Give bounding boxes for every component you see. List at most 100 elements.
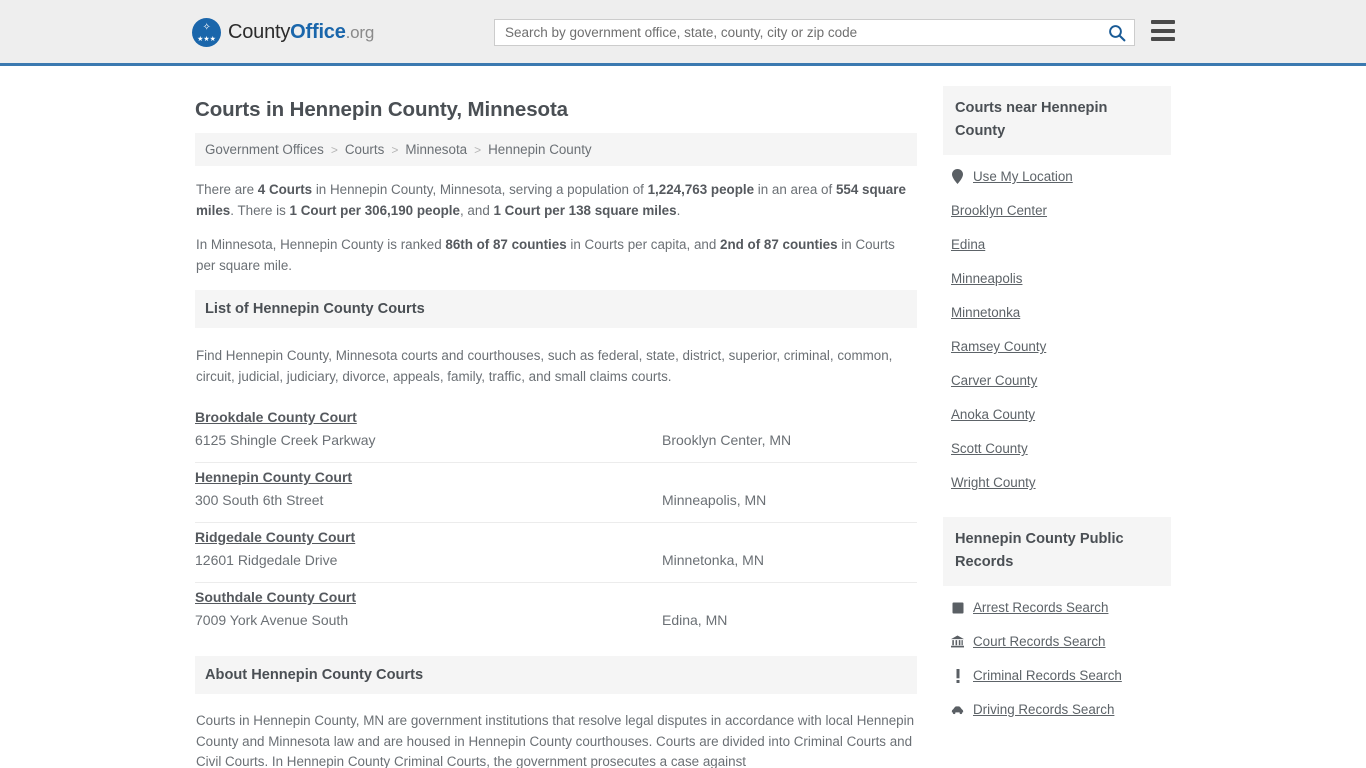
statistics-paragraph-counts: There are 4 Courts in Hennepin County, M… [195, 179, 917, 221]
breadcrumb-item-courts[interactable]: Courts [345, 142, 384, 157]
public-record-link[interactable]: Driving Records Search [973, 702, 1114, 717]
logo-office-text: Office [290, 21, 346, 43]
list-section-intro: Find Hennepin County, Minnesota courts a… [196, 348, 893, 384]
section-header-about-courts: About Hennepin County Courts [195, 656, 917, 694]
nearby-link[interactable]: Brooklyn Center [951, 203, 1047, 218]
sidebar-item-brooklyn-center[interactable]: Brooklyn Center [943, 193, 1171, 227]
county-office-emblem-icon: ✧ ★★★ [192, 18, 221, 47]
breadcrumb-separator-icon: > [391, 142, 399, 157]
court-city: Edina, MN [662, 612, 728, 628]
sidebar-item-driving-records[interactable]: Driving Records Search [943, 692, 1171, 726]
nearby-link[interactable]: Wright County [951, 475, 1036, 490]
court-address: 6125 Shingle Creek Parkway [195, 432, 376, 448]
court-detail: 12601 Ridgedale Drive Minnetonka, MN [195, 552, 917, 568]
sidebar-heading-public-records: Hennepin County Public Records [943, 517, 1171, 586]
search-button[interactable] [1100, 20, 1134, 45]
courthouse-bank-icon [951, 635, 964, 648]
court-city: Minneapolis, MN [662, 492, 767, 508]
breadcrumb-item-minnesota[interactable]: Minnesota [405, 142, 467, 157]
nearby-link[interactable]: Scott County [951, 441, 1028, 456]
main-content: Courts in Hennepin County, Minnesota Gov… [195, 86, 917, 768]
stat-population: 1,224,763 people [647, 182, 755, 197]
nearby-list: Use My Location Brooklyn Center Edina Mi… [943, 155, 1171, 499]
map-pin-icon [951, 169, 964, 184]
sidebar-item-anoka-county[interactable]: Anoka County [943, 397, 1171, 431]
court-address: 300 South 6th Street [195, 492, 324, 508]
court-detail: 7009 York Avenue South Edina, MN [195, 612, 917, 628]
breadcrumb-separator-icon: > [330, 142, 338, 157]
stat-text: in Courts per capita, and [566, 237, 721, 252]
court-address: 7009 York Avenue South [195, 612, 349, 628]
rank-per-square-mile: 2nd of 87 counties [720, 237, 838, 252]
table-row[interactable]: Southdale County Court 7009 York Avenue … [195, 583, 917, 642]
eagle-glyph: ✧ [202, 22, 211, 33]
sidebar-box-nearby-courts: Courts near Hennepin County Use My Locat… [943, 86, 1171, 499]
public-record-link[interactable]: Criminal Records Search [973, 668, 1122, 683]
table-row[interactable]: Ridgedale County Court 12601 Ridgedale D… [195, 523, 917, 583]
court-detail: 300 South 6th Street Minneapolis, MN [195, 492, 917, 508]
court-name-link[interactable]: Ridgedale County Court [195, 529, 355, 545]
court-name-link[interactable]: Hennepin County Court [195, 469, 352, 485]
logo-wordmark: CountyOffice.org [228, 21, 374, 44]
sidebar-item-minneapolis[interactable]: Minneapolis [943, 261, 1171, 295]
about-courts-body: Courts in Hennepin County, MN are govern… [196, 713, 915, 768]
stat-text: , and [459, 203, 494, 218]
nearby-link[interactable]: Edina [951, 237, 985, 252]
logo-county-text: County [228, 21, 291, 43]
site-logo[interactable]: ✧ ★★★ CountyOffice.org [192, 18, 374, 47]
sidebar-item-carver-county[interactable]: Carver County [943, 363, 1171, 397]
stat-text: In Minnesota, Hennepin County is ranked [196, 237, 446, 252]
sidebar-item-court-records[interactable]: Court Records Search [943, 624, 1171, 658]
court-name-link[interactable]: Southdale County Court [195, 589, 356, 605]
section-header-list-of-courts: List of Hennepin County Courts [195, 290, 917, 328]
search-input[interactable] [495, 20, 1100, 45]
stat-courts-count: 4 Courts [257, 182, 313, 197]
court-city: Brooklyn Center, MN [662, 432, 792, 448]
sidebar-heading-nearby: Courts near Hennepin County [943, 86, 1171, 155]
page-title: Courts in Hennepin County, Minnesota [195, 98, 568, 121]
breadcrumb-item-hennepin-county[interactable]: Hennepin County [488, 142, 591, 157]
nearby-link[interactable]: Ramsey County [951, 339, 1046, 354]
breadcrumb: Government Offices > Courts > Minnesota … [195, 133, 917, 166]
nearby-link[interactable]: Carver County [951, 373, 1037, 388]
table-row[interactable]: Brookdale County Court 6125 Shingle Cree… [195, 403, 917, 463]
stat-text: in an area of [754, 182, 836, 197]
court-name-link[interactable]: Brookdale County Court [195, 409, 357, 425]
sidebar-item-arrest-records[interactable]: Arrest Records Search [943, 586, 1171, 624]
sidebar-item-scott-county[interactable]: Scott County [943, 431, 1171, 465]
stat-text: in Hennepin County, Minnesota, serving a… [312, 182, 648, 197]
nearby-link[interactable]: Minneapolis [951, 271, 1022, 286]
breadcrumb-separator-icon: > [474, 142, 482, 157]
sidebar-item-ramsey-county[interactable]: Ramsey County [943, 329, 1171, 363]
court-detail: 6125 Shingle Creek Parkway Brooklyn Cent… [195, 432, 917, 448]
stat-per-capita: 1 Court per 306,190 people [289, 203, 460, 218]
sidebar: Courts near Hennepin County Use My Locat… [943, 86, 1171, 768]
statistics-paragraph-rankings: In Minnesota, Hennepin County is ranked … [195, 234, 917, 276]
sidebar-item-use-my-location[interactable]: Use My Location [943, 155, 1171, 193]
public-record-link[interactable]: Arrest Records Search [973, 600, 1108, 615]
sidebar-item-criminal-records[interactable]: Criminal Records Search [943, 658, 1171, 692]
sidebar-item-minnetonka[interactable]: Minnetonka [943, 295, 1171, 329]
nearby-link[interactable]: Anoka County [951, 407, 1035, 422]
search-bar[interactable] [494, 19, 1135, 46]
sidebar-item-wright-county[interactable]: Wright County [943, 465, 1171, 499]
public-record-link[interactable]: Court Records Search [973, 634, 1105, 649]
rank-per-capita: 86th of 87 counties [445, 237, 567, 252]
hamburger-menu-icon[interactable] [1151, 20, 1175, 41]
use-my-location-link[interactable]: Use My Location [973, 169, 1073, 184]
site-header: ✧ ★★★ CountyOffice.org [0, 0, 1366, 66]
court-city: Minnetonka, MN [662, 552, 764, 568]
nearby-link[interactable]: Minnetonka [951, 305, 1020, 320]
exclamation-icon [951, 668, 964, 683]
table-row[interactable]: Hennepin County Court 300 South 6th Stre… [195, 463, 917, 523]
logo-org-text: .org [345, 23, 375, 42]
car-icon [951, 705, 964, 715]
breadcrumb-item-government-offices[interactable]: Government Offices [205, 142, 324, 157]
stat-text: There are [196, 182, 258, 197]
stat-per-square-mile: 1 Court per 138 square miles [493, 203, 677, 218]
stars-glyph: ★★★ [197, 36, 216, 43]
sidebar-item-edina[interactable]: Edina [943, 227, 1171, 261]
stat-text: . [676, 203, 681, 218]
search-icon [1109, 24, 1126, 41]
court-address: 12601 Ridgedale Drive [195, 552, 338, 568]
